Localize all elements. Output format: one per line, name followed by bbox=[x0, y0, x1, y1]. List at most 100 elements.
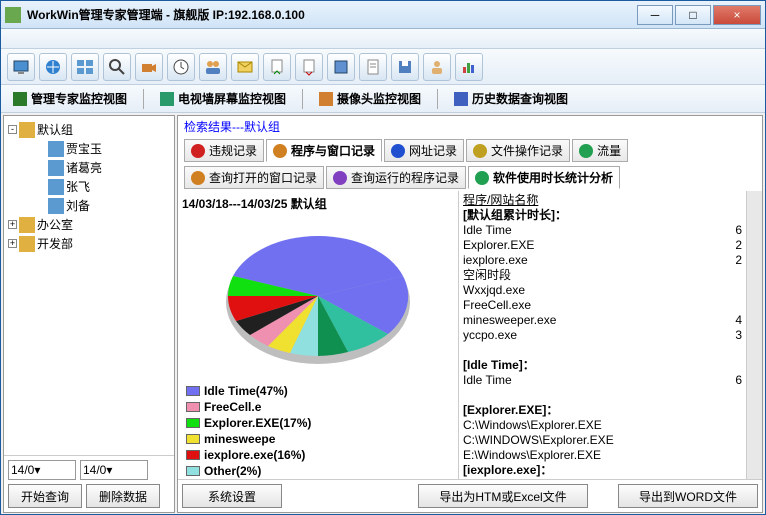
pie-chart bbox=[208, 216, 428, 376]
swatch-icon bbox=[186, 418, 200, 428]
legend-label: Explorer.EXE(17%) bbox=[204, 416, 311, 430]
legend-label: FreeCell.e bbox=[204, 400, 261, 414]
tb-doc-icon[interactable] bbox=[359, 53, 387, 81]
tb-docrecv-icon[interactable] bbox=[295, 53, 323, 81]
list-item[interactable]: FreeCell.exe bbox=[463, 298, 742, 313]
date-to[interactable]: 14/0▾ bbox=[80, 460, 148, 480]
legend-item: FreeCell.e bbox=[186, 400, 314, 414]
menubar bbox=[1, 29, 765, 49]
minimize-button[interactable]: ─ bbox=[637, 5, 673, 25]
export-word-button[interactable]: 导出到WORD文件 bbox=[618, 484, 758, 508]
legend-label: iexplore.exe(16%) bbox=[204, 448, 305, 462]
chart-icon bbox=[475, 171, 489, 185]
tb-users-icon[interactable] bbox=[199, 53, 227, 81]
expand-icon[interactable]: + bbox=[8, 239, 17, 248]
window-title: WorkWin管理专家管理端 - 旗舰版 IP:192.168.0.100 bbox=[27, 6, 635, 23]
date-from[interactable]: 14/0▾ bbox=[8, 460, 76, 480]
export-html-excel-button[interactable]: 导出为HTM或Excel文件 bbox=[418, 484, 588, 508]
filter-tabs-row1: 违规记录 程序与窗口记录 网址记录 文件操作记录 流量 bbox=[178, 137, 762, 164]
tb-world-icon[interactable] bbox=[39, 53, 67, 81]
close-button[interactable]: × bbox=[713, 5, 761, 25]
legend-item: Other(2%) bbox=[186, 464, 314, 478]
list-item[interactable]: 空闲时段 bbox=[463, 268, 742, 283]
list-group-head: [默认组累计时长]： bbox=[463, 208, 742, 223]
list-item[interactable]: yccpo.exe3 bbox=[463, 328, 742, 343]
stop-icon bbox=[191, 144, 205, 158]
ftab-label: 违规记录 bbox=[209, 142, 257, 159]
tb-clock-icon[interactable] bbox=[167, 53, 195, 81]
program-list[interactable]: 程序/网站名称 [默认组累计时长]： Idle Time6 Explorer.E… bbox=[458, 191, 746, 479]
tb-mail-icon[interactable] bbox=[231, 53, 259, 81]
list-item[interactable]: Idle Time6 bbox=[463, 223, 742, 238]
tb-disk-icon[interactable] bbox=[391, 53, 419, 81]
main: 检索结果---默认组 违规记录 程序与窗口记录 网址记录 文件操作记录 流量 查… bbox=[177, 115, 763, 513]
swatch-icon bbox=[186, 402, 200, 412]
tab-label: 电视墙屏幕监控视图 bbox=[178, 90, 286, 107]
tb-zoom-icon[interactable] bbox=[103, 53, 131, 81]
tb-book-icon[interactable] bbox=[327, 53, 355, 81]
tab-history-view[interactable]: 历史数据查询视图 bbox=[448, 88, 574, 109]
tree-user[interactable]: 诸葛亮 bbox=[8, 158, 170, 177]
maximize-button[interactable]: □ bbox=[675, 5, 711, 25]
legend-item: Idle Time(47%) bbox=[186, 384, 314, 398]
gear-icon bbox=[333, 171, 347, 185]
ftab-running-programs[interactable]: 查询运行的程序记录 bbox=[326, 166, 466, 189]
swatch-icon bbox=[186, 386, 200, 396]
ftab-file-op[interactable]: 文件操作记录 bbox=[466, 139, 570, 162]
tb-monitor-icon[interactable] bbox=[7, 53, 35, 81]
tb-cam-icon[interactable] bbox=[135, 53, 163, 81]
chart-title: 14/03/18---14/03/25 默认组 bbox=[182, 195, 454, 212]
ftab-program-window[interactable]: 程序与窗口记录 bbox=[266, 139, 382, 162]
list-item[interactable]: E:\Windows\Explorer.EXE bbox=[463, 448, 742, 463]
legend-label: Other(2%) bbox=[204, 464, 261, 478]
list-item[interactable]: minesweeper.exe4 bbox=[463, 313, 742, 328]
tb-chart-icon[interactable] bbox=[455, 53, 483, 81]
tree-group[interactable]: +办公室 bbox=[8, 215, 170, 234]
tab-tvwall-view[interactable]: 电视墙屏幕监控视图 bbox=[154, 88, 292, 109]
ftab-label: 程序与窗口记录 bbox=[291, 142, 375, 159]
content: -默认组 贾宝玉 诸葛亮 张飞 刘备 +办公室 +开发部 14/0▾ 14/0▾… bbox=[1, 113, 765, 515]
list-item[interactable]: Wxxjqd.exe bbox=[463, 283, 742, 298]
legend-label: minesweepe bbox=[204, 432, 275, 446]
window-icon bbox=[191, 171, 205, 185]
toolbar bbox=[1, 49, 765, 85]
tree-user[interactable]: 刘备 bbox=[8, 196, 170, 215]
list-item[interactable]: Idle Time6 bbox=[463, 373, 742, 388]
list-item[interactable]: C:\WINDOWS\Explorer.EXE bbox=[463, 433, 742, 448]
expand-icon[interactable]: + bbox=[8, 220, 17, 229]
tab-monitor-view[interactable]: 管理专家监控视图 bbox=[7, 88, 133, 109]
tree-user[interactable]: 贾宝玉 bbox=[8, 139, 170, 158]
history-icon bbox=[454, 92, 468, 106]
tree-group[interactable]: +开发部 bbox=[8, 234, 170, 253]
swatch-icon bbox=[186, 450, 200, 460]
bottom-buttons: 系统设置 导出为HTM或Excel文件 导出到WORD文件 bbox=[178, 479, 762, 512]
tab-camera-view[interactable]: 摄像头监控视图 bbox=[313, 88, 427, 109]
monitor-icon bbox=[13, 92, 27, 106]
ftab-violation[interactable]: 违规记录 bbox=[184, 139, 264, 162]
ftab-usage-stats[interactable]: 软件使用时长统计分析 bbox=[468, 166, 620, 189]
list-item[interactable]: Explorer.EXE2 bbox=[463, 238, 742, 253]
start-query-button[interactable]: 开始查询 bbox=[8, 484, 82, 508]
system-settings-button[interactable]: 系统设置 bbox=[182, 484, 282, 508]
scrollbar[interactable] bbox=[746, 191, 762, 479]
list-group-head: [Idle Time]： bbox=[463, 358, 742, 373]
pc-icon bbox=[48, 198, 64, 214]
filter-tabs-row2: 查询打开的窗口记录 查询运行的程序记录 软件使用时长统计分析 bbox=[178, 164, 762, 191]
tree-root[interactable]: -默认组 bbox=[8, 120, 170, 139]
tb-user-icon[interactable] bbox=[423, 53, 451, 81]
group-icon bbox=[19, 122, 35, 138]
app-icon bbox=[5, 7, 21, 23]
ftab-url[interactable]: 网址记录 bbox=[384, 139, 464, 162]
list-item[interactable]: C:\Windows\Explorer.EXE bbox=[463, 418, 742, 433]
ftab-open-windows[interactable]: 查询打开的窗口记录 bbox=[184, 166, 324, 189]
collapse-icon[interactable]: - bbox=[8, 125, 17, 134]
tb-screens-icon[interactable] bbox=[71, 53, 99, 81]
list-item[interactable]: iexplore.exe2 bbox=[463, 253, 742, 268]
ftab-traffic[interactable]: 流量 bbox=[572, 139, 628, 162]
tb-docsend-icon[interactable] bbox=[263, 53, 291, 81]
pc-icon bbox=[48, 141, 64, 157]
delete-data-button[interactable]: 删除数据 bbox=[86, 484, 160, 508]
pc-icon bbox=[48, 160, 64, 176]
list-group-head: [iexplore.exe]： bbox=[463, 463, 742, 478]
tree-user[interactable]: 张飞 bbox=[8, 177, 170, 196]
